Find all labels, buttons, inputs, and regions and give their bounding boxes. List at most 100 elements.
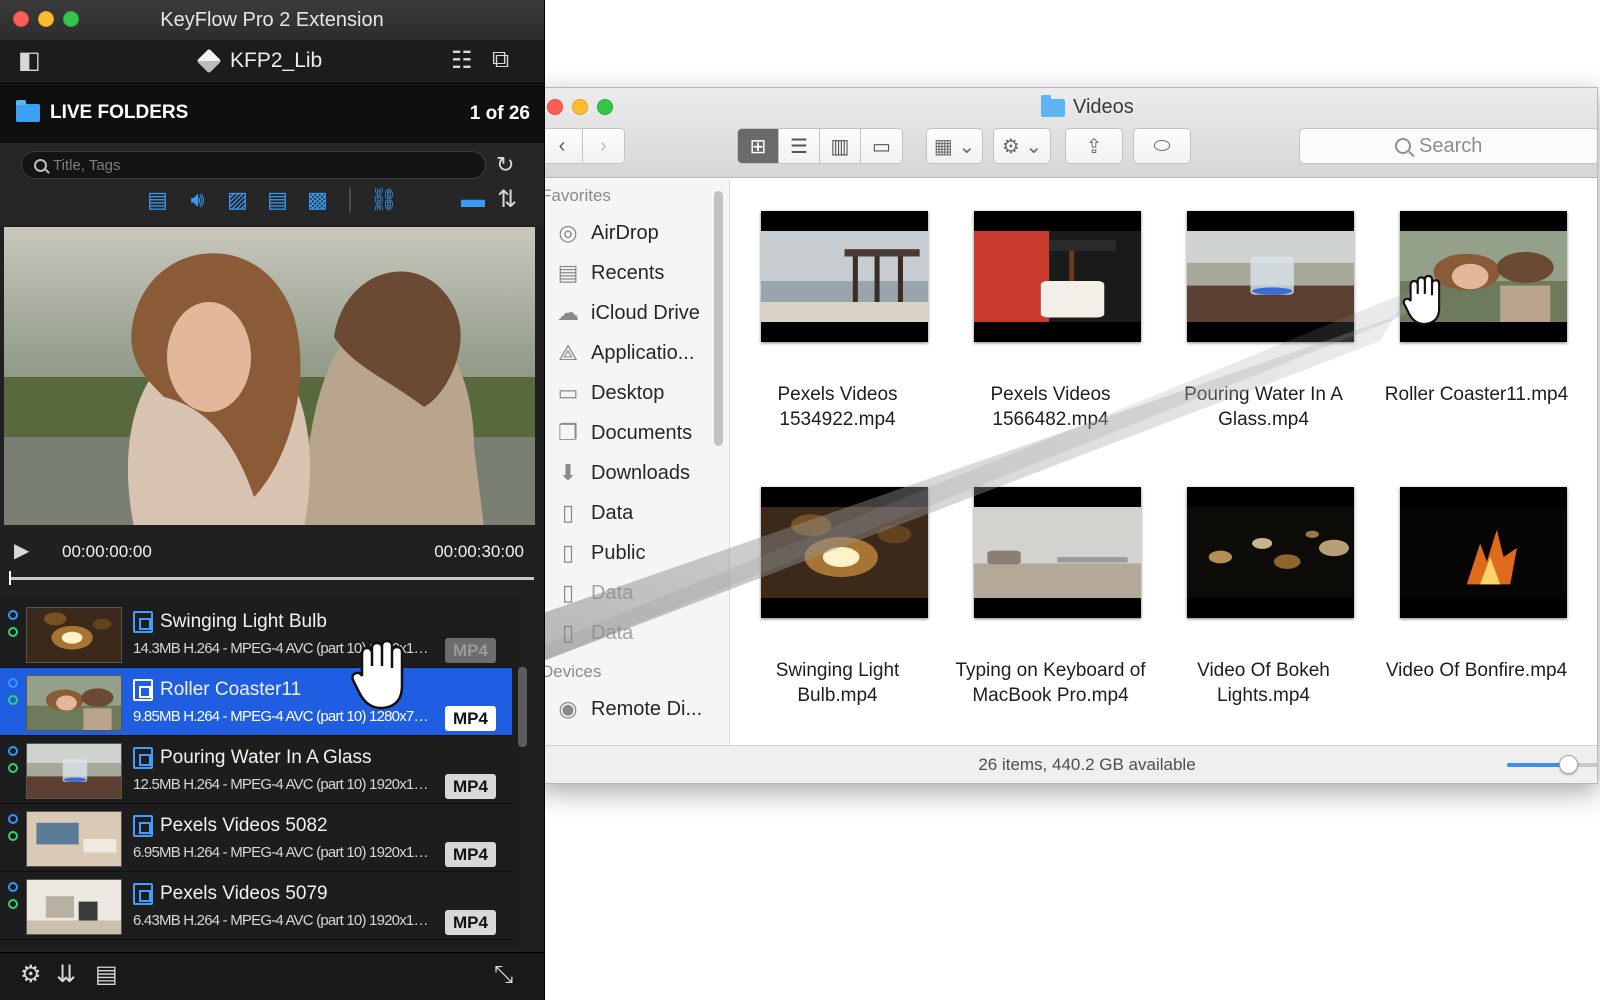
file-name[interactable]: Roller Coaster11.mp4 bbox=[1370, 382, 1583, 407]
sidebar-item-airdrop[interactable]: ◎ AirDrop bbox=[541, 213, 729, 253]
disc-icon: ◉ bbox=[558, 696, 578, 721]
finder-window: Videos ‹ › ⊞ ☰ ▥ ▭ ▦ ⌄ ⚙ ⌄ ⇪ ⬭ Search Fa… bbox=[540, 87, 1598, 784]
file-thumbnail[interactable] bbox=[1187, 487, 1354, 618]
gallery-view-button[interactable]: ▭ bbox=[861, 129, 902, 163]
finder-close-button[interactable] bbox=[547, 99, 563, 115]
sidebar-item-downloads[interactable]: ⬇ Downloads bbox=[541, 453, 729, 493]
file-name[interactable]: Swinging Light Bulb.mp4 bbox=[731, 658, 944, 708]
live-folders-header[interactable]: LIVE FOLDERS bbox=[16, 100, 188, 124]
sidebar-item-applicatio[interactable]: ⟁ Applicatio... bbox=[541, 333, 729, 373]
sidebar-item-recents[interactable]: ▤ Recents bbox=[541, 253, 729, 293]
file-item[interactable]: Typing on Keyboard of MacBook Pro.mp4 bbox=[944, 487, 1157, 717]
group-button[interactable]: ▦ ⌄ bbox=[926, 128, 983, 164]
video-filter-icon[interactable]: ▤ bbox=[145, 187, 170, 212]
file-thumbnail[interactable] bbox=[974, 487, 1141, 618]
outline-list-icon[interactable]: ☷ bbox=[451, 49, 473, 73]
finder-minimize-button[interactable] bbox=[572, 99, 588, 115]
sidebar-item-public[interactable]: ▯ Public bbox=[541, 533, 729, 573]
file-thumbnail[interactable] bbox=[761, 487, 928, 618]
new-window-icon[interactable]: ⧉ bbox=[492, 48, 509, 72]
file-item[interactable]: Video Of Bonfire.mp4 bbox=[1370, 487, 1583, 717]
video-preview[interactable] bbox=[4, 227, 535, 525]
finder-sidebar: Favorites ◎ AirDrop ▤ Recents ☁ iCloud Drive ⟁… bbox=[541, 179, 730, 745]
file-thumbnail[interactable] bbox=[761, 211, 928, 342]
file-name[interactable]: Video Of Bokeh Lights.mp4 bbox=[1157, 658, 1370, 708]
gallery-icon: ▭ bbox=[872, 135, 891, 158]
clip-row[interactable]: Pouring Water In A Glass 12.5MB H.264 - M… bbox=[0, 736, 512, 804]
sidebar-item-remote-di[interactable]: ◉ Remote Di... bbox=[541, 689, 729, 729]
status-dot-green bbox=[8, 627, 18, 637]
sidebar-item-icloud-drive[interactable]: ☁ iCloud Drive bbox=[541, 293, 729, 333]
file-item[interactable]: Swinging Light Bulb.mp4 bbox=[731, 487, 944, 717]
clip-row[interactable]: Pexels Videos 5079 6.43MB H.264 - MPEG-4 … bbox=[0, 872, 512, 940]
file-item[interactable]: Pexels Videos 1566482.mp4 bbox=[944, 211, 1157, 441]
clip-row[interactable]: Swinging Light Bulb 14.3MB H.264 - MPEG-4… bbox=[0, 600, 512, 668]
forward-button[interactable]: › bbox=[583, 129, 624, 163]
file-item[interactable]: Pexels Videos 1534922.mp4 bbox=[731, 211, 944, 441]
column-view-button[interactable]: ▥ bbox=[820, 129, 861, 163]
file-item[interactable]: Video Of Bokeh Lights.mp4 bbox=[1157, 487, 1370, 717]
refresh-icon[interactable]: ↻ bbox=[496, 153, 514, 177]
sidebar-item-data[interactable]: ▯ Data bbox=[541, 493, 729, 533]
video-frame-image bbox=[1400, 507, 1567, 598]
settings-gear-icon[interactable]: ⚙ bbox=[20, 963, 42, 987]
file-name[interactable]: Pexels Videos 1534922.mp4 bbox=[731, 382, 944, 432]
hierarchy-icon[interactable]: ⛓ bbox=[370, 187, 398, 212]
share-button[interactable]: ⇪ bbox=[1065, 128, 1123, 164]
sidebar-item-data[interactable]: ▯ Data bbox=[541, 613, 729, 653]
audio-filter-icon[interactable]: 🔊︎ bbox=[185, 187, 210, 212]
library-selector[interactable]: KFP2_Lib bbox=[196, 48, 322, 74]
finder-search-field[interactable]: Search bbox=[1299, 128, 1597, 164]
file-name[interactable]: Pouring Water In A Glass.mp4 bbox=[1157, 382, 1370, 432]
sidebar-item-documents[interactable]: ❐ Documents bbox=[541, 413, 729, 453]
clip-thumbnail[interactable] bbox=[26, 675, 122, 731]
clip-thumbnail[interactable] bbox=[26, 811, 122, 867]
sidebar-item-label: Data bbox=[591, 501, 634, 524]
scrubber[interactable] bbox=[9, 571, 534, 585]
sidebar-item-desktop[interactable]: ▭ Desktop bbox=[541, 373, 729, 413]
finder-zoom-button[interactable] bbox=[597, 99, 613, 115]
sidebar-item-data[interactable]: ▯ Data bbox=[541, 573, 729, 613]
file-name-line: Swinging Light bbox=[775, 660, 900, 681]
document-filter-icon[interactable]: ▤ bbox=[265, 187, 290, 212]
clip-row[interactable]: Pexels Videos 5082 6.95MB H.264 - MPEG-4 … bbox=[0, 804, 512, 872]
clip-row[interactable]: Roller Coaster11 9.85MB H.264 - MPEG-4 AV… bbox=[0, 668, 512, 736]
file-name[interactable]: Video Of Bonfire.mp4 bbox=[1370, 658, 1583, 683]
pattern-filter-icon[interactable]: ▩ bbox=[305, 187, 330, 212]
import-icon[interactable]: ⇊ bbox=[56, 963, 76, 987]
icon-size-slider[interactable] bbox=[1507, 755, 1597, 774]
clip-metadata: 12.5MB H.264 - MPEG-4 AVC (part 10) 1920… bbox=[133, 776, 433, 793]
sort-icon[interactable]: ⇅ bbox=[497, 188, 517, 212]
icon-view-button[interactable]: ⊞ bbox=[738, 129, 779, 163]
file-thumbnail[interactable] bbox=[1400, 487, 1567, 618]
scrubber-playhead[interactable] bbox=[9, 571, 11, 585]
sidebar-scrollbar[interactable] bbox=[714, 191, 723, 446]
file-name-line: Pexels Videos bbox=[777, 384, 898, 405]
clip-thumbnail[interactable] bbox=[26, 879, 122, 935]
back-button[interactable]: ‹ bbox=[542, 129, 583, 163]
keyflow-search-field[interactable]: Title, Tags bbox=[21, 151, 486, 179]
clip-thumbnail[interactable] bbox=[26, 743, 122, 799]
clip-thumbnail[interactable] bbox=[26, 607, 122, 663]
action-button[interactable]: ⚙ ⌄ bbox=[993, 128, 1051, 164]
image-filter-icon[interactable]: ▨ bbox=[225, 187, 250, 212]
layout-toggle-icon[interactable]: ▬ bbox=[461, 188, 485, 212]
keyflow-titlebar: KeyFlow Pro 2 Extension bbox=[0, 0, 544, 40]
tags-button[interactable]: ⬭ bbox=[1133, 128, 1191, 164]
file-thumbnail[interactable] bbox=[974, 211, 1141, 342]
icon-size-knob[interactable] bbox=[1558, 755, 1578, 774]
clip-list-scrollbar[interactable] bbox=[518, 667, 527, 747]
status-dot-blue bbox=[8, 814, 18, 824]
sidebar-item-label: Documents bbox=[591, 421, 693, 444]
file-thumbnail[interactable] bbox=[1187, 211, 1354, 342]
file-name[interactable]: Pexels Videos 1566482.mp4 bbox=[944, 382, 1157, 432]
play-icon[interactable]: ▶ bbox=[14, 539, 29, 563]
file-name[interactable]: Typing on Keyboard of MacBook Pro.mp4 bbox=[944, 658, 1157, 708]
file-icon: ▯ bbox=[561, 620, 575, 645]
current-timecode: 00:00:00:00 bbox=[62, 542, 152, 561]
file-item[interactable]: Pouring Water In A Glass.mp4 bbox=[1157, 211, 1370, 441]
list-view-button[interactable]: ☰ bbox=[779, 129, 820, 163]
resize-corner-icon[interactable]: ⤡ bbox=[494, 963, 513, 987]
sidebar-toggle-icon[interactable]: ◧ bbox=[18, 49, 41, 73]
document-info-icon[interactable]: ▤ bbox=[95, 963, 118, 987]
